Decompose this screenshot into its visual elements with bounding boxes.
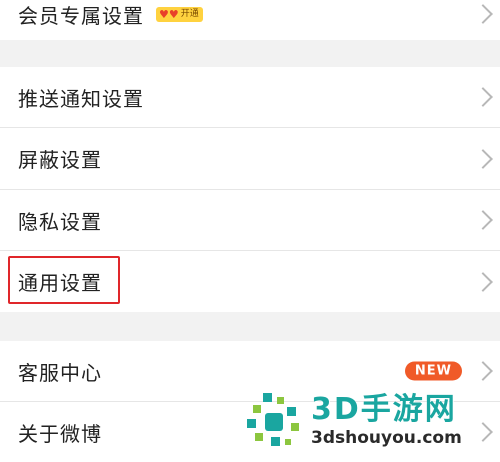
settings-item-label: 会员专属设置: [18, 3, 144, 28]
vip-badge: ♥♥ 开通: [156, 6, 203, 22]
chevron-right-icon: [473, 210, 493, 230]
chevron-right-icon: [473, 4, 493, 24]
settings-item-label: 隐私设置: [18, 209, 102, 234]
settings-item-block[interactable]: 屏蔽设置: [0, 128, 500, 189]
heart-icon: ♥♥: [159, 7, 179, 21]
watermark-url: 3dshouyou.com: [311, 428, 462, 448]
watermark: 3D手游网 3dshouyou.com: [243, 386, 500, 456]
chevron-right-icon: [473, 271, 493, 292]
settings-item-label: 关于微博: [18, 421, 102, 446]
highlight-box: [8, 256, 120, 304]
watermark-title: 3D手游网: [311, 392, 457, 427]
settings-item-privacy[interactable]: 隐私设置: [0, 190, 500, 250]
new-badge: NEW: [404, 361, 462, 381]
settings-item-push-notifications[interactable]: 推送通知设置: [0, 67, 500, 127]
chevron-right-icon: [473, 87, 493, 107]
chevron-right-icon: [473, 361, 493, 381]
settings-item-label: 推送通知设置: [18, 86, 144, 111]
settings-item-label: 客服中心: [18, 360, 102, 385]
chevron-right-icon: [473, 148, 493, 169]
vip-badge-label: 开通: [180, 8, 199, 19]
settings-item-label: 屏蔽设置: [18, 148, 102, 172]
watermark-logo-icon: [247, 393, 299, 446]
settings-item-vip[interactable]: 会员专属设置 ♥♥ 开通: [0, 0, 500, 40]
